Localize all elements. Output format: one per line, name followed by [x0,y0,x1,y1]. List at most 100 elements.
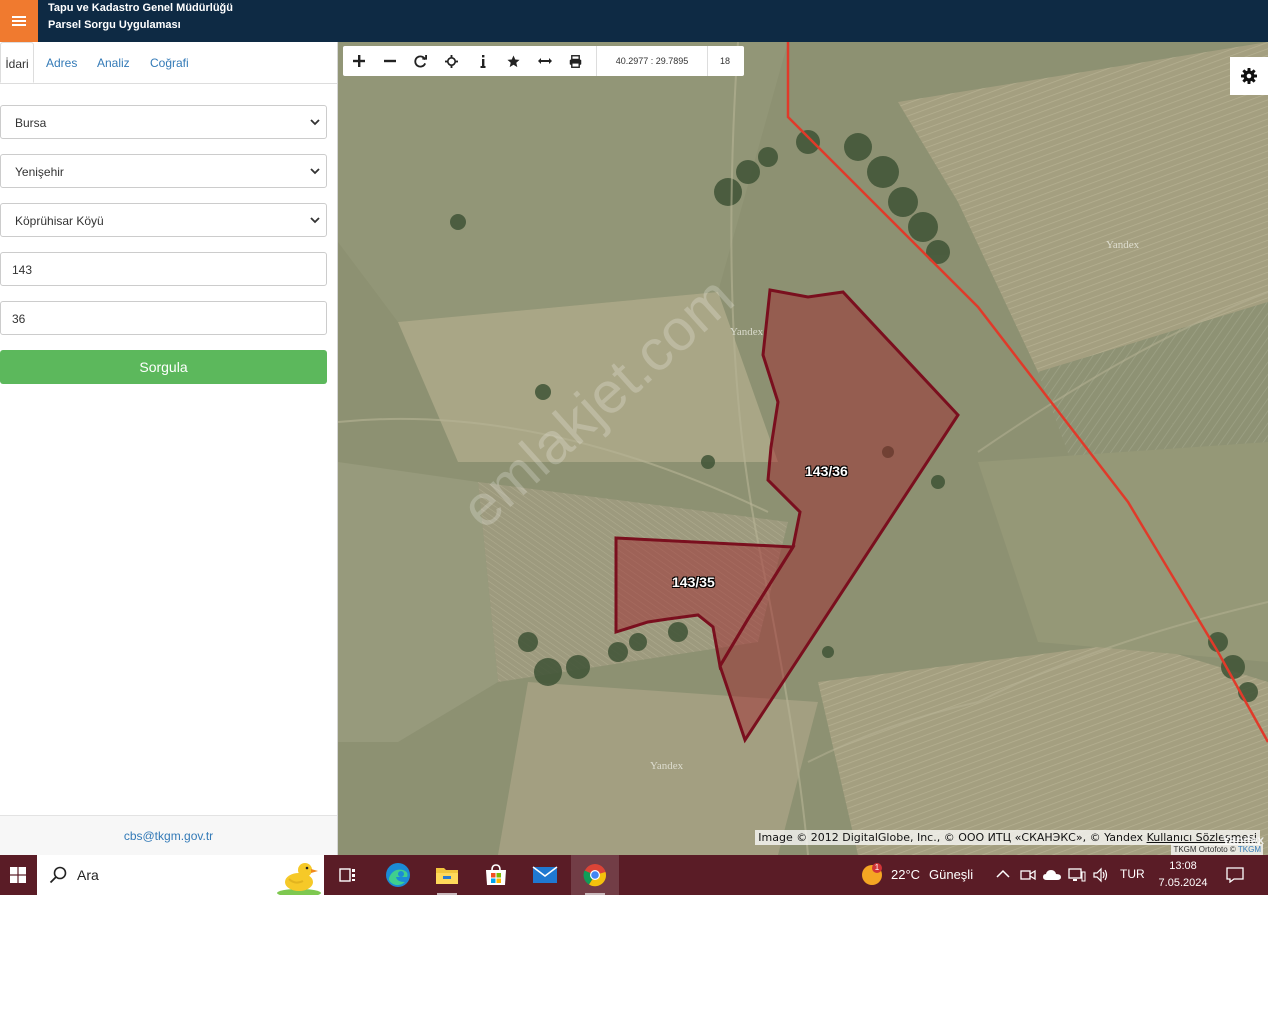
meet-now-button[interactable] [1020,867,1036,888]
yandex-map-label: Yandex [650,760,684,772]
neighborhood-select[interactable]: Köprühisar Köyü [0,203,327,237]
refresh-icon [414,54,427,67]
clock-time: 13:08 [1169,860,1197,872]
app-title-line2: Parsel Sorgu Uygulaması [48,19,181,31]
locate-button[interactable] [436,46,467,76]
store-app[interactable] [472,855,520,895]
chevron-down-icon [310,217,320,224]
network-button[interactable] [1068,867,1086,888]
search-label: Ara [77,867,99,883]
print-button[interactable] [560,46,591,76]
info-icon [480,54,485,68]
map-attribution: Image © 2012 DigitalGlobe, Inc., © ООО И… [755,830,1260,845]
mail-icon [532,866,558,883]
mail-app[interactable] [521,855,569,895]
yandex-map-label: Yandex [730,326,764,338]
yandex-map-label: Yandex [1106,239,1140,251]
onedrive-button[interactable] [1042,867,1062,888]
favorite-button[interactable] [498,46,529,76]
input-language[interactable]: TUR [1120,867,1145,881]
app-header: Tapu ve Kadastro Genel Müdürlüğü Parsel … [0,0,1268,42]
windows-logo-icon [10,867,26,883]
measure-icon [537,58,552,64]
file-explorer-icon [436,868,458,884]
taskbar-search[interactable]: Ara [37,855,324,895]
hamburger-icon [12,16,26,26]
coordinate-readout: 40.2977 : 29.7895 [596,46,708,76]
zoom-in-button[interactable] [343,46,374,76]
zoom-level-readout: 18 [719,56,730,66]
satellite-imagery [338,42,1268,855]
tab-idari[interactable]: İdari [0,42,34,83]
notifications-button[interactable] [1226,867,1244,888]
parcel-label-143-35: 143/35 [672,574,715,590]
volume-button[interactable] [1092,867,1110,888]
query-panel: İdari Adres Analiz Coğrafi Bursa Yenişeh… [0,42,338,856]
province-value: Bursa [15,116,47,130]
block-no-input[interactable]: 143 [0,252,327,286]
minus-icon [383,59,396,63]
district-select[interactable]: Yenişehir [0,154,327,188]
contact-email-link[interactable]: cbs@tkgm.gov.tr [124,829,213,843]
ortho-credit: TKGM Ortofoto © TKGM [1171,844,1263,855]
task-view-button[interactable] [324,855,372,895]
app-title-line1: Tapu ve Kadastro Genel Müdürlüğü [48,2,233,14]
map-settings-button[interactable] [1230,57,1268,95]
tab-analiz[interactable]: Analiz [97,42,130,83]
parcel-no-value: 36 [12,312,26,326]
speaker-icon [1093,867,1108,883]
print-icon [569,54,582,68]
map-view[interactable]: emlakjet.com Yandex Yandex Yandex 143/36… [338,42,1268,855]
task-view-icon [339,868,355,882]
map-toolbar: 40.2977 : 29.7895 18 [343,46,744,76]
tab-bar: İdari Adres Analiz Coğrafi [0,42,337,84]
block-no-value: 143 [12,263,33,277]
tab-cografi[interactable]: Coğrafi [150,42,189,83]
show-hidden-icons-button[interactable] [996,867,1010,886]
clock-date: 7.05.2024 [1158,877,1208,889]
duck-illustration [277,863,321,895]
zoom-out-button[interactable] [374,46,405,76]
chrome-icon [583,864,607,887]
notification-icon [1226,867,1244,884]
chevron-up-icon [996,869,1010,878]
camera-icon [1020,869,1036,881]
weather-text: Güneşli [929,867,974,882]
province-select[interactable]: Bursa [0,105,327,139]
edge-icon [386,863,410,887]
query-button[interactable]: Sorgula [0,350,327,384]
gear-icon [1241,68,1257,84]
parcel-no-input[interactable]: 36 [0,301,327,335]
weather-badge: 1 [872,863,882,873]
temperature: 22°C [891,867,921,882]
ortho-credit-text: TKGM Ortofoto © [1173,845,1238,854]
app-title: Tapu ve Kadastro Genel Müdürlüğü Parsel … [48,0,233,34]
chrome-app[interactable] [571,855,619,895]
chevron-down-icon [310,119,320,126]
clock[interactable]: 13:08 7.05.2024 [1148,858,1218,892]
weather-widget[interactable]: 1 22°C Güneşli [858,855,978,895]
locate-icon [445,54,458,68]
parcel-label-143-36: 143/36 [805,463,848,479]
measure-button[interactable] [529,46,560,76]
neighborhood-value: Köprühisar Köyü [15,214,104,228]
cloud-icon [1043,870,1061,880]
file-explorer-app[interactable] [423,855,471,895]
edge-app[interactable] [374,855,422,895]
info-button[interactable] [467,46,498,76]
start-button[interactable] [0,855,36,895]
plus-icon [352,55,365,67]
district-value: Yenişehir [15,165,64,179]
screen-edge-strip [1268,0,1280,895]
attribution-text: Image © 2012 DigitalGlobe, Inc., © ООО И… [758,831,1147,844]
refresh-button[interactable] [405,46,436,76]
panel-footer: cbs@tkgm.gov.tr [0,815,337,856]
tab-adres[interactable]: Adres [46,42,77,83]
store-icon [486,864,506,885]
search-icon [49,866,67,884]
windows-taskbar: Ara 1 22°C Güneşli TUR 13:08 7.05.2024 [0,855,1268,895]
chevron-down-icon [310,168,320,175]
network-icon [1068,868,1086,882]
tkgm-link[interactable]: TKGM [1238,845,1261,854]
menu-button[interactable] [0,0,38,42]
